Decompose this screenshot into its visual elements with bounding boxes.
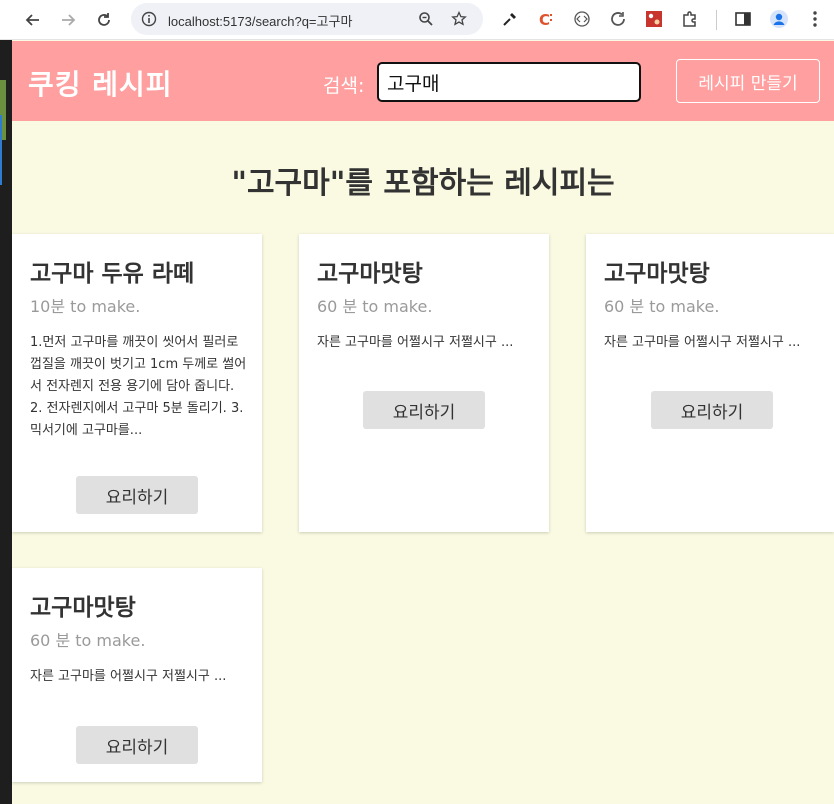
extensions-puzzle-icon[interactable] — [679, 8, 701, 30]
search-input[interactable] — [377, 62, 641, 102]
svg-text:C: C — [539, 11, 550, 28]
address-bar[interactable]: localhost:5173/search?q=고구마 — [131, 3, 483, 35]
toolbar-separator — [716, 10, 717, 30]
recipe-card: 고구마맛탕 60 분 to make. 자른 고구마를 어쩔시구 저쩔시구 ..… — [299, 234, 549, 532]
background-window-edge — [0, 40, 12, 804]
back-arrow-icon[interactable] — [21, 8, 45, 32]
recipe-card: 고구마맛탕 60 분 to make. 자른 고구마를 어쩔시구 저쩔시구 ..… — [12, 568, 262, 782]
recipe-time: 60 분 to make. — [30, 631, 146, 650]
recipe-time: 10분 to make. — [30, 297, 141, 316]
recipe-title: 고구마맛탕 — [604, 261, 710, 287]
site-info-icon[interactable] — [139, 9, 159, 29]
app-logo[interactable]: 쿠킹 레시피 — [28, 63, 173, 103]
zoom-icon[interactable] — [416, 9, 436, 29]
menu-icon[interactable] — [804, 8, 826, 30]
bookmark-star-icon[interactable] — [449, 9, 469, 29]
recipe-title: 고구마 두유 라떼 — [30, 261, 195, 287]
cook-button[interactable]: 요리하기 — [363, 391, 485, 429]
editor-marker — [0, 115, 2, 185]
eyedropper-icon[interactable] — [499, 8, 521, 30]
recipe-description: 자른 고구마를 어쩔시구 저쩔시구 ... — [30, 669, 227, 684]
cook-button[interactable]: 요리하기 — [76, 476, 198, 514]
recipe-description: 자른 고구마를 어쩔시구 저쩔시구 ... — [317, 335, 514, 350]
browser-toolbar: localhost:5173/search?q=고구마 C — [0, 0, 834, 40]
results-heading: "고구마"를 포함하는 레시피는 — [231, 166, 615, 201]
recipe-title: 고구마맛탕 — [30, 595, 136, 621]
cook-button[interactable]: 요리하기 — [76, 726, 198, 764]
recipe-description: 자른 고구마를 어쩔시구 저쩔시구 ... — [604, 335, 801, 350]
forward-arrow-icon[interactable] — [56, 8, 80, 32]
app-header: 쿠킹 레시피 검색: 레시피 만들기 — [12, 41, 834, 121]
profile-icon[interactable] — [768, 8, 790, 30]
side-panel-icon[interactable] — [732, 8, 754, 30]
extension-code-icon[interactable] — [571, 8, 593, 30]
recipe-description: 1.먼저 고구마를 깨끗이 씻어서 필러로 껍질을 깨끗이 벗기고 1cm 두께… — [30, 335, 247, 438]
recipe-card: 고구마맛탕 60 분 to make. 자른 고구마를 어쩔시구 저쩔시구 ..… — [586, 234, 834, 532]
extension-c-icon[interactable]: C — [535, 8, 557, 30]
recipe-card: 고구마 두유 라떼 10분 to make. 1.먼저 고구마를 깨끗이 씻어서… — [12, 234, 262, 532]
reload-icon[interactable] — [92, 8, 116, 32]
search-label: 검색: — [323, 75, 365, 97]
create-recipe-button[interactable]: 레시피 만들기 — [676, 59, 820, 103]
url-text[interactable]: localhost:5173/search?q=고구마 — [168, 11, 352, 30]
recipe-time: 60 분 to make. — [317, 297, 433, 316]
extension-refresh-icon[interactable] — [607, 8, 629, 30]
recipe-time: 60 분 to make. — [604, 297, 720, 316]
recipe-title: 고구마맛탕 — [317, 261, 423, 287]
cook-button[interactable]: 요리하기 — [651, 391, 773, 429]
extension-image-icon[interactable] — [643, 8, 665, 30]
